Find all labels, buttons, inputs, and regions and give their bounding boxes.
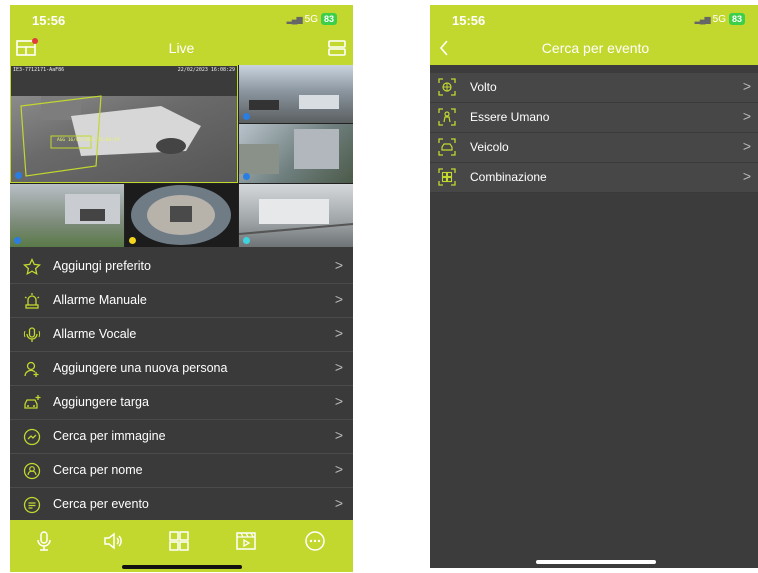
menu-item-label: Allarme Manuale — [53, 293, 147, 307]
menu-item-human[interactable]: Essere Umano > — [430, 103, 758, 133]
detection-label: AGG 16/02/2023 16:08:29 — [57, 138, 120, 143]
menu-item-label: Essere Umano — [470, 110, 550, 124]
microphone-icon — [23, 326, 41, 344]
menu-item-label: Cerca per immagine — [53, 429, 166, 443]
status-dot — [129, 237, 136, 244]
microphone-icon[interactable] — [33, 530, 55, 552]
status-dot — [243, 113, 250, 120]
status-dot — [243, 237, 250, 244]
bottom-toolbar — [10, 520, 353, 572]
home-indicator — [535, 560, 656, 564]
menu-item-combination[interactable]: Combinazione > — [430, 163, 758, 193]
name-search-icon — [23, 462, 41, 480]
chevron-right-icon: > — [334, 427, 343, 443]
camera-id-label: IE3-7712171-AaF86 — [13, 67, 65, 73]
alarm-light-icon — [23, 292, 41, 310]
vehicle-scan-icon — [438, 138, 456, 156]
chevron-right-icon: > — [334, 495, 343, 511]
camera-timestamp: 22/02/2023 16:08:29 — [177, 67, 235, 73]
status-network: ▂▄▆ 5G 83 — [695, 13, 745, 25]
menu-item-add-person[interactable]: Aggiungere una nuova persona > — [10, 352, 353, 386]
device-list-icon[interactable] — [327, 38, 347, 58]
menu-item-label: Veicolo — [470, 140, 509, 154]
chevron-right-icon: > — [742, 108, 751, 124]
menu-item-event-search[interactable]: Cerca per evento > — [10, 488, 353, 522]
menu-item-label: Combinazione — [470, 170, 547, 184]
camera-tile-6[interactable] — [239, 184, 353, 247]
page-title: Live — [168, 40, 195, 56]
page-title: Cerca per evento — [541, 40, 650, 56]
battery-level: 83 — [731, 14, 742, 24]
menu-item-label: Aggiungere una nuova persona — [53, 361, 228, 375]
menu-item-label: Volto — [470, 80, 497, 94]
camera-tile-main[interactable]: IE3-7712171-AaF86 22/02/2023 16:08:29 AG… — [10, 65, 238, 183]
battery-level: 83 — [323, 14, 334, 24]
chevron-right-icon: > — [742, 168, 751, 184]
menu-item-label: Cerca per evento — [53, 497, 149, 511]
battery-icon: 83 — [728, 13, 745, 25]
menu-item-favorite[interactable]: Aggiungi preferito > — [10, 250, 353, 284]
network-type: 5G — [712, 13, 726, 25]
status-time: 15:56 — [452, 13, 486, 28]
chevron-right-icon: > — [334, 257, 343, 273]
more-icon[interactable] — [304, 530, 326, 552]
nav-bar: Live — [10, 31, 353, 65]
menu-item-manual-alarm[interactable]: Allarme Manuale > — [10, 284, 353, 318]
speaker-icon[interactable] — [102, 530, 124, 552]
combination-scan-icon — [438, 168, 456, 186]
event-type-menu: Volto > Essere Umano > Veicolo > Combina… — [430, 73, 758, 193]
chevron-right-icon: > — [742, 138, 751, 154]
menu-item-add-plate[interactable]: Aggiungere targa > — [10, 386, 353, 420]
status-time: 15:56 — [32, 13, 66, 28]
menu-item-face[interactable]: Volto > — [430, 73, 758, 103]
home-indicator — [121, 565, 242, 569]
status-bar: 15:56 ▂▄▆ 5G 83 — [430, 5, 758, 31]
camera-tile-4[interactable] — [10, 184, 124, 247]
menu-item-label: Allarme Vocale — [53, 327, 137, 341]
network-type: 5G — [304, 13, 318, 25]
nav-bar: Cerca per evento — [430, 31, 758, 65]
status-dot — [14, 237, 21, 244]
camera-tile-fisheye[interactable] — [125, 184, 238, 247]
action-menu: Aggiungi preferito > Allarme Manuale > A… — [10, 250, 353, 522]
menu-item-name-search[interactable]: Cerca per nome > — [10, 454, 353, 488]
star-icon — [23, 257, 41, 276]
human-scan-icon — [438, 108, 456, 126]
menu-item-vehicle[interactable]: Veicolo > — [430, 133, 758, 163]
signal-icon: ▂▄▆ — [286, 14, 303, 24]
chevron-right-icon: > — [334, 325, 343, 341]
status-dot — [243, 173, 250, 180]
battery-icon: 83 — [320, 13, 337, 25]
chevron-right-icon: > — [334, 461, 343, 477]
menu-item-label: Aggiungi preferito — [53, 259, 151, 273]
playback-icon[interactable] — [235, 530, 257, 552]
signal-icon: ▂▄▆ — [694, 14, 711, 24]
status-bar: 15:56 ▂▄▆ 5G 83 — [10, 5, 353, 31]
camera-tile-3[interactable] — [239, 124, 353, 183]
event-search-screen: 15:56 ▂▄▆ 5G 83 Cerca per evento Volto >… — [430, 5, 758, 568]
grid-icon[interactable] — [168, 530, 190, 552]
event-search-icon — [23, 496, 41, 514]
menu-item-image-search[interactable]: Cerca per immagine > — [10, 420, 353, 454]
menu-item-label: Cerca per nome — [53, 463, 143, 477]
camera-grid: IE3-7712171-AaF86 22/02/2023 16:08:29 AG… — [10, 65, 353, 247]
add-car-icon — [23, 394, 41, 412]
menu-item-voice-alarm[interactable]: Allarme Vocale > — [10, 318, 353, 352]
chevron-right-icon: > — [334, 359, 343, 375]
status-dot — [15, 172, 22, 179]
chevron-right-icon: > — [334, 291, 343, 307]
menu-item-label: Aggiungere targa — [53, 395, 149, 409]
add-person-icon — [23, 360, 41, 378]
image-search-icon — [23, 428, 41, 446]
chevron-right-icon: > — [742, 78, 751, 94]
chevron-right-icon: > — [334, 393, 343, 409]
status-network: ▂▄▆ 5G 83 — [287, 13, 337, 25]
face-scan-icon — [438, 78, 456, 96]
live-screen: 15:56 ▂▄▆ 5G 83 Live IE3-7712171-AaF86 2… — [10, 5, 353, 572]
camera-tile-2[interactable] — [239, 65, 353, 123]
